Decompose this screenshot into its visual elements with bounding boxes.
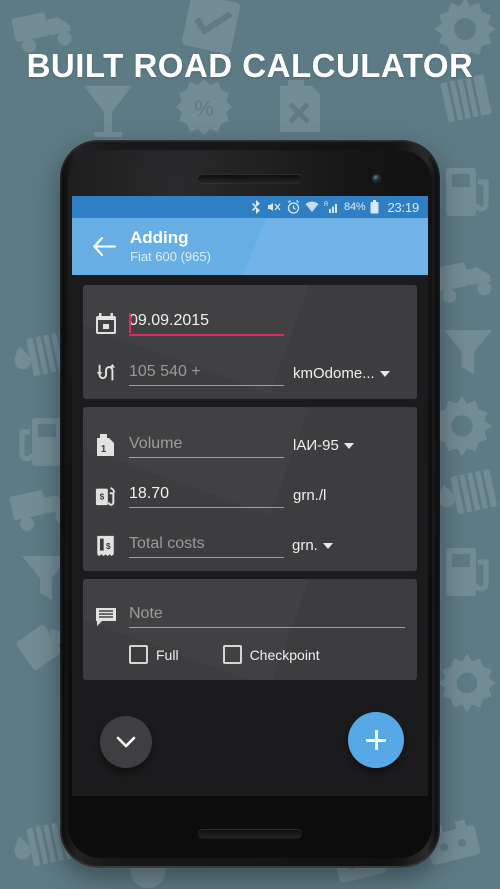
svg-text:R: R — [324, 202, 329, 208]
comment-icon — [95, 607, 129, 633]
currency-dropdown[interactable]: grn. — [284, 537, 333, 563]
percent-badge-icon: % — [176, 79, 232, 135]
date-row: 09.09.2015 — [95, 291, 405, 341]
chevron-down-icon — [322, 542, 333, 549]
price-field[interactable]: 18.70 — [129, 485, 284, 513]
checkbox-row: Full Checkpoint — [95, 633, 405, 672]
radiator-icon — [438, 469, 497, 514]
status-bar: R 84% 23:19 — [72, 196, 428, 218]
total-cost-underline — [129, 557, 284, 558]
odometer-underline — [129, 385, 284, 386]
battery-percent-label: 84% — [344, 201, 366, 213]
funnel-icon — [444, 330, 492, 374]
full-checkbox-label: Full — [156, 646, 179, 663]
total-row: $ Total costs grn. — [95, 513, 405, 563]
add-fab-button[interactable] — [348, 712, 404, 768]
odometer-placeholder: 105 540 + — [129, 363, 201, 380]
total-cost-placeholder: Total costs — [129, 535, 205, 552]
clock-label: 23:19 — [387, 199, 419, 215]
fuel-card: 1 Volume l АИ-95 $ 18.70 grn./l $ Total … — [83, 407, 417, 571]
truck-icon — [431, 262, 492, 303]
note-underline — [129, 627, 405, 628]
back-button[interactable] — [84, 237, 124, 256]
volume-underline — [129, 457, 284, 458]
jerrycan-1-icon: 1 — [95, 434, 129, 463]
odometer-type-label: Odome... — [313, 365, 375, 382]
text-cursor — [129, 313, 131, 333]
phone-mockup: R 84% 23:19 Adding Fiat 600 (965) 09.09.… — [60, 140, 440, 868]
page-title: Adding — [130, 228, 189, 248]
back-arrow-icon — [92, 237, 116, 256]
price-row: $ 18.70 grn./l — [95, 463, 405, 513]
bottom-speaker — [198, 829, 302, 838]
alarm-icon — [287, 200, 300, 214]
cell-signal-roaming-icon: R — [324, 202, 338, 213]
volume-placeholder: Volume — [129, 435, 183, 452]
chevron-down-icon — [379, 370, 390, 377]
earpiece-speaker — [198, 174, 302, 183]
note-row: Note — [95, 585, 405, 633]
currency-label: grn. — [292, 537, 318, 554]
gear-icon — [437, 653, 497, 713]
fuel-pump-icon — [446, 168, 489, 216]
mute-icon — [268, 203, 281, 211]
svg-text:$: $ — [106, 542, 111, 551]
odometer-type-dropdown[interactable]: Odome... — [313, 365, 390, 391]
page-subtitle: Fiat 600 (965) — [130, 249, 211, 265]
price-unit-label: grn./l — [293, 487, 327, 504]
phone-screen: R 84% 23:19 Adding Fiat 600 (965) 09.09.… — [72, 196, 428, 796]
collapse-fab-button[interactable] — [100, 716, 152, 768]
poster-title: BUILT ROAD CALCULATOR — [26, 47, 474, 84]
svg-text:1: 1 — [101, 444, 107, 455]
checkpoint-checkbox[interactable]: Checkpoint — [222, 645, 320, 664]
app-bar: Adding Fiat 600 (965) — [72, 218, 428, 275]
price-value: 18.70 — [129, 485, 170, 502]
fuel-grade-dropdown[interactable]: АИ-95 — [296, 437, 354, 463]
svg-text:%: % — [194, 96, 214, 121]
note-card: Note Full Checkpoint — [83, 579, 417, 680]
odometer-unit-label: km — [293, 365, 313, 382]
app-bar-titles: Adding Fiat 600 (965) — [130, 229, 211, 263]
receipt-icon: $ — [95, 535, 129, 563]
form-content: 09.09.2015 105 540 + km Odome... 1 Volum… — [72, 275, 428, 680]
front-camera-icon — [373, 175, 380, 182]
fuel-pump-price-icon: $ — [95, 485, 129, 513]
battery-icon — [370, 200, 379, 214]
wifi-icon — [305, 201, 319, 212]
odometer-row: 105 540 + km Odome... — [95, 341, 405, 391]
date-value: 09.09.2015 — [129, 312, 210, 329]
bluetooth-icon — [252, 200, 261, 214]
price-underline — [129, 507, 284, 508]
total-cost-field[interactable]: Total costs — [129, 535, 284, 563]
date-field[interactable]: 09.09.2015 — [129, 312, 284, 341]
note-field[interactable]: Note — [129, 605, 405, 633]
checkpoint-checkbox-label: Checkpoint — [249, 646, 320, 663]
volume-unit-label: l — [293, 437, 297, 454]
plus-icon — [374, 730, 378, 750]
fuel-pump-icon — [446, 548, 489, 596]
date-underline — [129, 334, 284, 336]
jerrycan-x-icon — [280, 80, 320, 132]
road-arrows-icon — [95, 363, 129, 391]
volume-row: 1 Volume l АИ-95 — [95, 413, 405, 463]
checkbox-box-icon — [222, 645, 242, 664]
cocktail-glass-icon — [84, 86, 132, 137]
checkbox-box-icon — [129, 645, 148, 664]
chevron-down-icon — [343, 442, 354, 449]
calendar-icon — [95, 313, 129, 341]
chevron-down-icon — [116, 736, 136, 747]
fuel-grade-label: АИ-95 — [296, 437, 339, 454]
odometer-field[interactable]: 105 540 + — [129, 363, 284, 391]
fab-area — [72, 700, 428, 796]
full-checkbox[interactable]: Full — [129, 645, 179, 664]
volume-field[interactable]: Volume — [129, 435, 284, 463]
trip-card: 09.09.2015 105 540 + km Odome... — [83, 285, 417, 399]
svg-text:$: $ — [100, 493, 105, 502]
note-placeholder: Note — [129, 605, 163, 622]
